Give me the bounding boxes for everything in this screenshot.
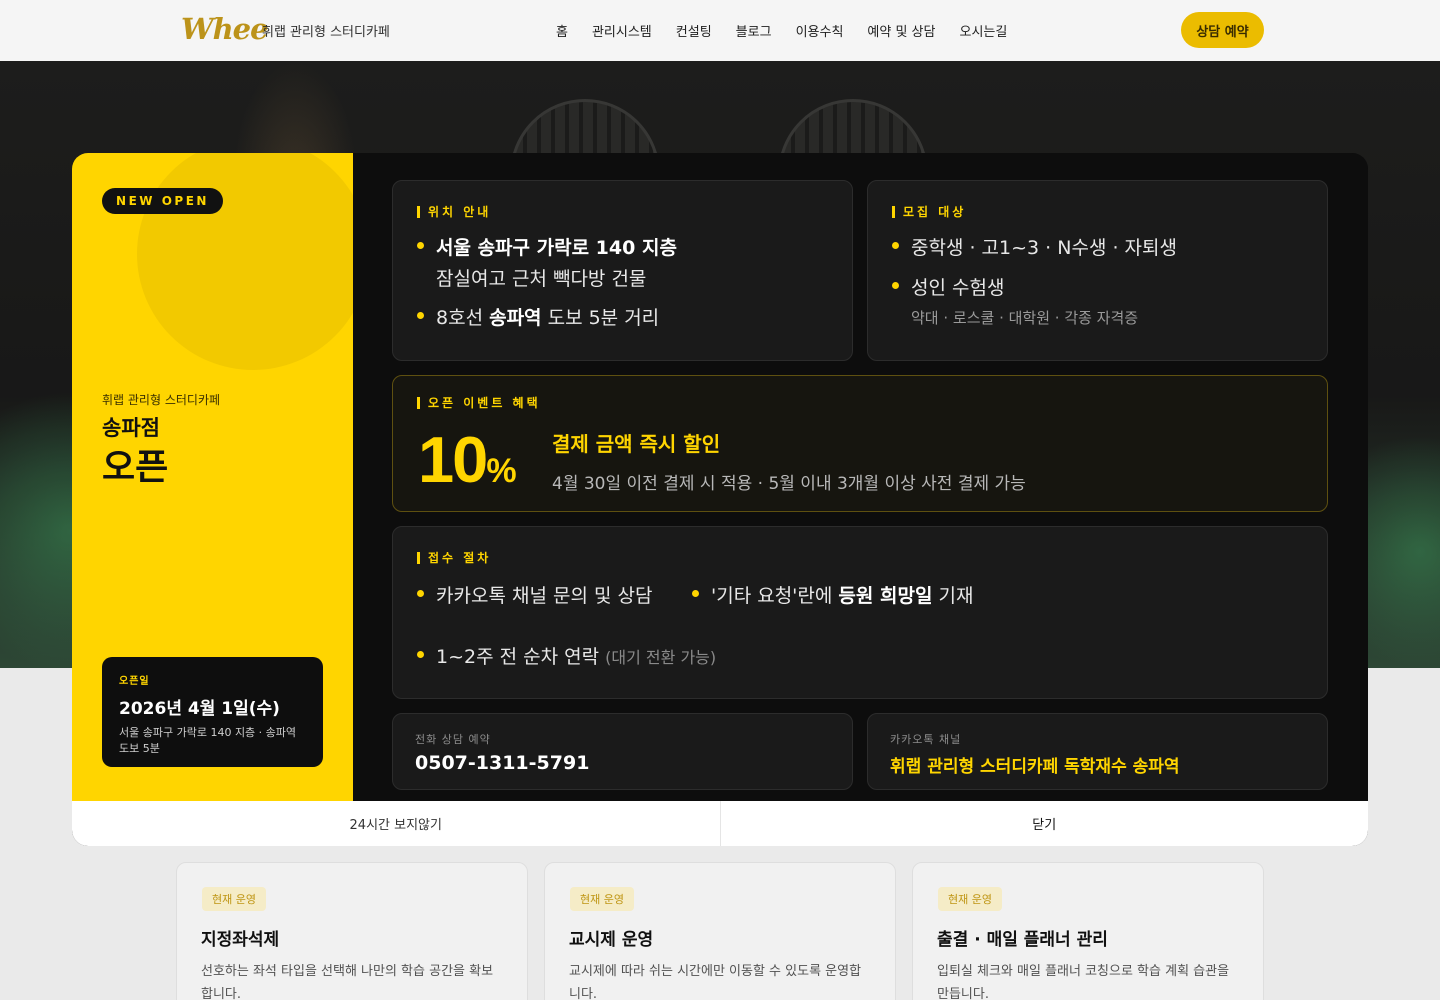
bullet-icon (692, 590, 699, 597)
open-address: 서울 송파구 가락로 140 지층 · 송파역 도보 5분 (119, 726, 297, 755)
location-landmark: 잠실여고 근처 빽다방 건물 (436, 268, 647, 290)
phone-contact-panel[interactable]: 전화 상담 예약 0507-1311-5791 (392, 713, 853, 790)
phone-label: 전화 상담 예약 (415, 733, 491, 746)
target-panel: 모집 대상 중학생 · 고1~3 · N수생 · 자퇴생 성인 수험생 약대 ·… (867, 180, 1328, 361)
location-title: 위치 안내 (417, 203, 491, 220)
promo-description: 4월 30일 이전 결제 시 적용 · 5월 이내 3개월 이상 사전 결제 가… (552, 474, 1026, 494)
location-subway: 8호선 송파역 도보 5분 거리 (417, 303, 659, 330)
discount-number: 10% (418, 423, 517, 496)
title-bar-icon (417, 551, 420, 564)
open-date-card: 오픈일 2026년 4월 1일(수) 서울 송파구 가락로 140 지층 · 송… (102, 657, 323, 767)
target-title: 모집 대상 (892, 203, 966, 220)
procedure-step-1: 카카오톡 채널 문의 및 상담 (417, 581, 652, 608)
close-button[interactable]: 닫기 (719, 801, 1369, 846)
target-students: 중학생 · 고1~3 · N수생 · 자퇴생 (892, 233, 1177, 260)
procedure-step-3: 1~2주 전 순차 연락 (대기 전환 가능) (417, 642, 716, 669)
bullet-icon (892, 282, 899, 289)
location-address: 서울 송파구 가락로 140 지층 (417, 233, 677, 260)
open-headline: 오픈 (102, 447, 169, 488)
procedure-step-2: '기타 요청'란에 등원 희망일 기재 (692, 581, 973, 608)
target-adults-detail: 약대 · 로스쿨 · 대학원 · 각종 자격증 (911, 309, 1139, 327)
target-adults: 성인 수험생 (892, 273, 1004, 300)
procedure-title: 접수 절차 (417, 549, 491, 566)
promo-panel: 오픈 이벤트 혜택 10% 결제 금액 즉시 할인 4월 30일 이전 결제 시… (392, 375, 1328, 512)
modal-footer: 24시간 보지않기 닫기 (72, 801, 1368, 846)
kakao-channel-link[interactable]: 휘랩 관리형 스터디카페 독학재수 송파역 (890, 752, 1180, 777)
open-date: 2026년 4월 1일(수) (119, 699, 280, 719)
promo-title: 오픈 이벤트 혜택 (417, 394, 541, 411)
title-bar-icon (417, 396, 420, 409)
title-bar-icon (417, 205, 420, 218)
bullet-icon (417, 590, 424, 597)
procedure-panel: 접수 절차 카카오톡 채널 문의 및 상담 '기타 요청'란에 등원 희망일 기… (392, 526, 1328, 699)
open-date-label: 오픈일 (119, 676, 150, 687)
decorative-circle (137, 153, 353, 370)
bullet-icon (892, 242, 899, 249)
phone-number[interactable]: 0507-1311-5791 (415, 752, 589, 774)
modal-left-panel: NEW OPEN 휘랩 관리형 스터디카페 송파점 오픈 오픈일 2026년 4… (72, 153, 353, 801)
brand-label: 휘랩 관리형 스터디카페 (102, 393, 221, 407)
modal-right-panel: 위치 안내 서울 송파구 가락로 140 지층 잠실여고 근처 빽다방 건물 8… (353, 153, 1368, 801)
kakao-label: 카카오톡 채널 (890, 733, 962, 746)
title-bar-icon (892, 205, 895, 218)
bullet-icon (417, 312, 424, 319)
promo-headline: 결제 금액 즉시 할인 (552, 432, 721, 456)
hide-24h-button[interactable]: 24시간 보지않기 (72, 801, 720, 846)
new-open-badge: NEW OPEN (102, 188, 223, 214)
bullet-icon (417, 651, 424, 658)
bullet-icon (417, 242, 424, 249)
location-panel: 위치 안내 서울 송파구 가락로 140 지층 잠실여고 근처 빽다방 건물 8… (392, 180, 853, 361)
open-event-modal: NEW OPEN 휘랩 관리형 스터디카페 송파점 오픈 오픈일 2026년 4… (72, 153, 1368, 846)
kakao-contact-panel[interactable]: 카카오톡 채널 휘랩 관리형 스터디카페 독학재수 송파역 (867, 713, 1328, 790)
